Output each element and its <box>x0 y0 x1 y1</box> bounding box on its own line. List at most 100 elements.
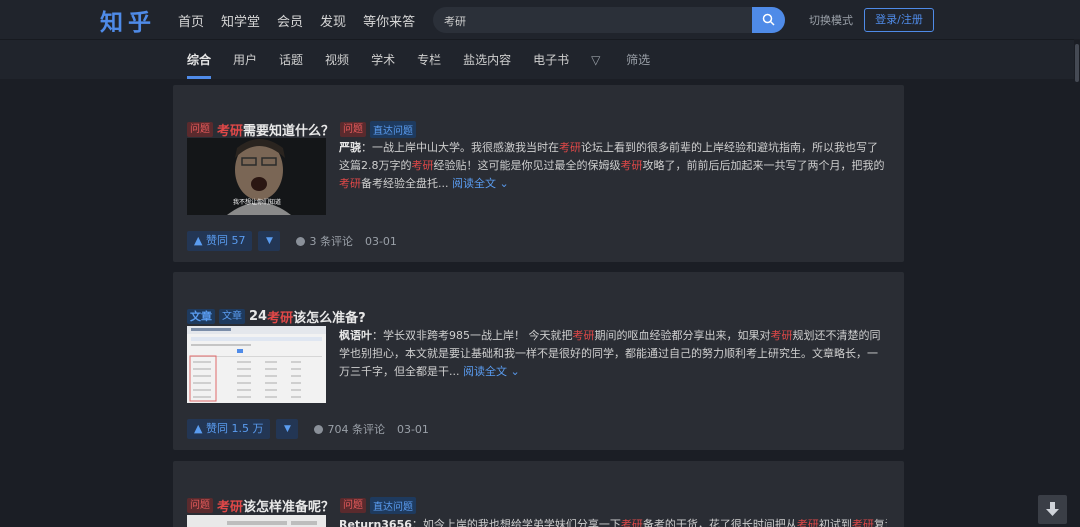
excerpt-highlight: 考研 <box>339 177 361 190</box>
search-tabs: 综合 用户 话题 视频 学术 专栏 盐选内容 电子书 ▽ 筛选 <box>187 51 694 79</box>
main-nav: 首页 知学堂 会员 发现 等你来答 <box>178 11 432 30</box>
title-text: 该怎样准备呢？ <box>243 500 335 515</box>
question-tag: 问题 <box>340 498 367 513</box>
nav-waiting-answers[interactable]: 等你来答 <box>363 11 415 30</box>
title-text: 需要知道什么？ <box>243 124 335 139</box>
read-more-link[interactable]: 阅读全文 ⌄ <box>463 365 520 378</box>
result-actions: ▲ 赞同 57 ▼ 3 条评论 03-01 <box>187 231 397 251</box>
nav-zhixuetang[interactable]: 知学堂 <box>221 11 260 30</box>
downvote-button[interactable]: ▼ <box>258 231 281 251</box>
search-tabs-bar: 综合 用户 话题 视频 学术 专栏 盐选内容 电子书 ▽ 筛选 <box>0 39 1080 79</box>
excerpt-highlight: 考研 <box>770 329 793 342</box>
excerpt-highlight: 考研 <box>796 518 819 527</box>
excerpt-highlight: 考研 <box>851 518 874 527</box>
read-more-label: 阅读全文 <box>463 365 507 378</box>
excerpt-part: ：一战上岸中山大学。我很感激我当时在 <box>361 141 559 154</box>
tab-salt-content[interactable]: 盐选内容 <box>463 51 511 68</box>
result-title[interactable]: 问题 考研 需要知道什么？ 问题 直达问题 <box>187 120 417 139</box>
result-excerpt[interactable]: Return3656：如今上岸的我也想给学弟学妹们分享一下考研备考的干货，花了很… <box>339 516 887 527</box>
back-to-top-button[interactable] <box>1038 495 1067 524</box>
result-thumbnail[interactable] <box>187 515 326 527</box>
triangle-down-icon: ▼ <box>283 424 291 434</box>
result-actions: ▲ 赞同 1.5 万 ▼ 704 条评论 03-01 <box>187 419 429 439</box>
search-button[interactable] <box>752 7 785 33</box>
read-more-link[interactable]: 阅读全文 ⌄ <box>452 177 509 190</box>
tab-academic[interactable]: 学术 <box>371 51 395 68</box>
excerpt-highlight: 考研 <box>559 141 581 154</box>
nav-discover[interactable]: 发现 <box>320 11 346 30</box>
upvote-button[interactable]: ▲ 赞同 1.5 万 <box>187 419 271 439</box>
result-excerpt[interactable]: 枫语叶：学长双非跨考985一战上岸！ 今天就把考研期间的呕血经验都分享出来，如果… <box>339 327 887 381</box>
search-box[interactable]: 考研 <box>433 7 785 33</box>
chevron-down-icon: ⌄ <box>496 177 509 190</box>
author-name[interactable]: 枫语叶 <box>339 329 372 342</box>
video-still-image: 我不想让你们知道 <box>187 138 326 215</box>
comments-link[interactable]: 704 条评论 <box>327 421 385 437</box>
tab-general[interactable]: 综合 <box>187 51 212 79</box>
title-highlight: 考研 <box>217 124 244 139</box>
author-name[interactable]: Return3656 <box>339 518 412 527</box>
search-result-card[interactable]: 问题 考研 该怎样准备呢？ 问题 直达问题 Return3656：如今上岸的我也… <box>173 461 904 527</box>
search-result-card[interactable]: 问题 考研 需要知道什么？ 问题 直达问题 我不想让你们知道 严骁：一战上岸中山… <box>173 85 904 262</box>
read-more-label: 阅读全文 <box>452 177 496 190</box>
excerpt-part: 备考的干货，花了很长时间把从 <box>642 518 797 527</box>
title-highlight: 考研 <box>267 311 294 326</box>
type-tag: 文章 <box>187 309 215 324</box>
filter-label: 筛选 <box>626 53 651 67</box>
tab-topics[interactable]: 话题 <box>279 51 303 68</box>
tab-ebooks[interactable]: 电子书 <box>533 51 569 68</box>
excerpt-part: 备考经验全盘托... <box>361 177 449 190</box>
zhihu-logo[interactable]: 知乎 <box>100 3 156 37</box>
filter-icon: ▽ <box>591 53 605 67</box>
tab-videos[interactable]: 视频 <box>325 51 349 68</box>
excerpt-part: 经验贴！这可能是你见过最全的保姆级 <box>433 159 621 172</box>
spreadsheet-image <box>187 326 326 403</box>
type-tag: 问题 <box>187 498 213 513</box>
comment-icon <box>296 236 306 246</box>
result-thumbnail[interactable] <box>187 326 326 403</box>
excerpt-highlight: 考研 <box>620 518 643 527</box>
result-title[interactable]: 问题 考研 该怎样准备呢？ 问题 直达问题 <box>187 496 417 515</box>
nav-vip[interactable]: 会员 <box>277 11 303 30</box>
downvote-button[interactable]: ▼ <box>276 419 299 439</box>
login-button[interactable]: 登录/注册 <box>864 8 934 32</box>
excerpt-highlight: 考研 <box>572 329 595 342</box>
search-result-card[interactable]: 文章 文章 24 考研 该怎么准备? 枫语叶：学长双非跨考985一战上岸！ 今天… <box>173 272 904 450</box>
thumbnail-caption: 我不想让你们知道 <box>233 198 281 206</box>
comments-link[interactable]: 3 条评论 <box>309 233 353 249</box>
tab-users[interactable]: 用户 <box>233 51 257 68</box>
result-thumbnail[interactable]: 我不想让你们知道 <box>187 138 326 215</box>
arrow-down-icon <box>1046 502 1059 516</box>
excerpt-highlight: 考研 <box>411 159 434 172</box>
chevron-down-icon: ⌄ <box>507 365 520 378</box>
post-date: 03-01 <box>396 422 429 436</box>
excerpt-part: 期间的呕血经验都分享出来，如果对 <box>594 329 771 342</box>
title-highlight: 考研 <box>217 500 244 515</box>
result-excerpt[interactable]: 严骁：一战上岸中山大学。我很感激我当时在考研论坛上看到的很多前辈的上岸经验和避坑… <box>339 139 887 193</box>
go-to-question-link[interactable]: 直达问题 <box>370 497 417 514</box>
author-name[interactable]: 严骁 <box>339 141 361 154</box>
excerpt-part: ：学长双非跨考985一战上岸！ 今天就把 <box>372 329 573 342</box>
post-date: 03-01 <box>364 234 397 248</box>
scrollbar-thumb[interactable] <box>1075 44 1079 82</box>
question-tag: 问题 <box>340 122 367 137</box>
search-input[interactable]: 考研 <box>444 13 466 29</box>
excerpt-part: 复试的一系 <box>873 518 887 527</box>
go-to-question-link[interactable]: 直达问题 <box>370 121 417 138</box>
excerpt-part: 初试到 <box>818 518 852 527</box>
excerpt-part: 攻略了，前前后后加起来一共写了两个月，把我的 <box>642 159 885 172</box>
excerpt-part: ：如今上岸的我也想给学弟学妹们分享一下 <box>411 518 621 527</box>
filter-button[interactable]: ▽ 筛选 <box>591 51 672 68</box>
title-prefix: 24 <box>249 309 268 324</box>
type-tag: 问题 <box>187 122 213 137</box>
scrollbar-track[interactable] <box>1074 39 1080 527</box>
tab-columns[interactable]: 专栏 <box>417 51 441 68</box>
switch-mode-button[interactable]: 切换模式 <box>809 12 853 28</box>
upvote-button[interactable]: ▲ 赞同 57 <box>187 231 253 251</box>
title-text: 该怎么准备? <box>293 311 366 326</box>
search-icon <box>762 13 775 26</box>
nav-home[interactable]: 首页 <box>178 11 204 30</box>
triangle-down-icon: ▼ <box>265 236 273 246</box>
result-title[interactable]: 文章 文章 24 考研 该怎么准备? <box>187 307 366 326</box>
excerpt-highlight: 考研 <box>620 159 643 172</box>
